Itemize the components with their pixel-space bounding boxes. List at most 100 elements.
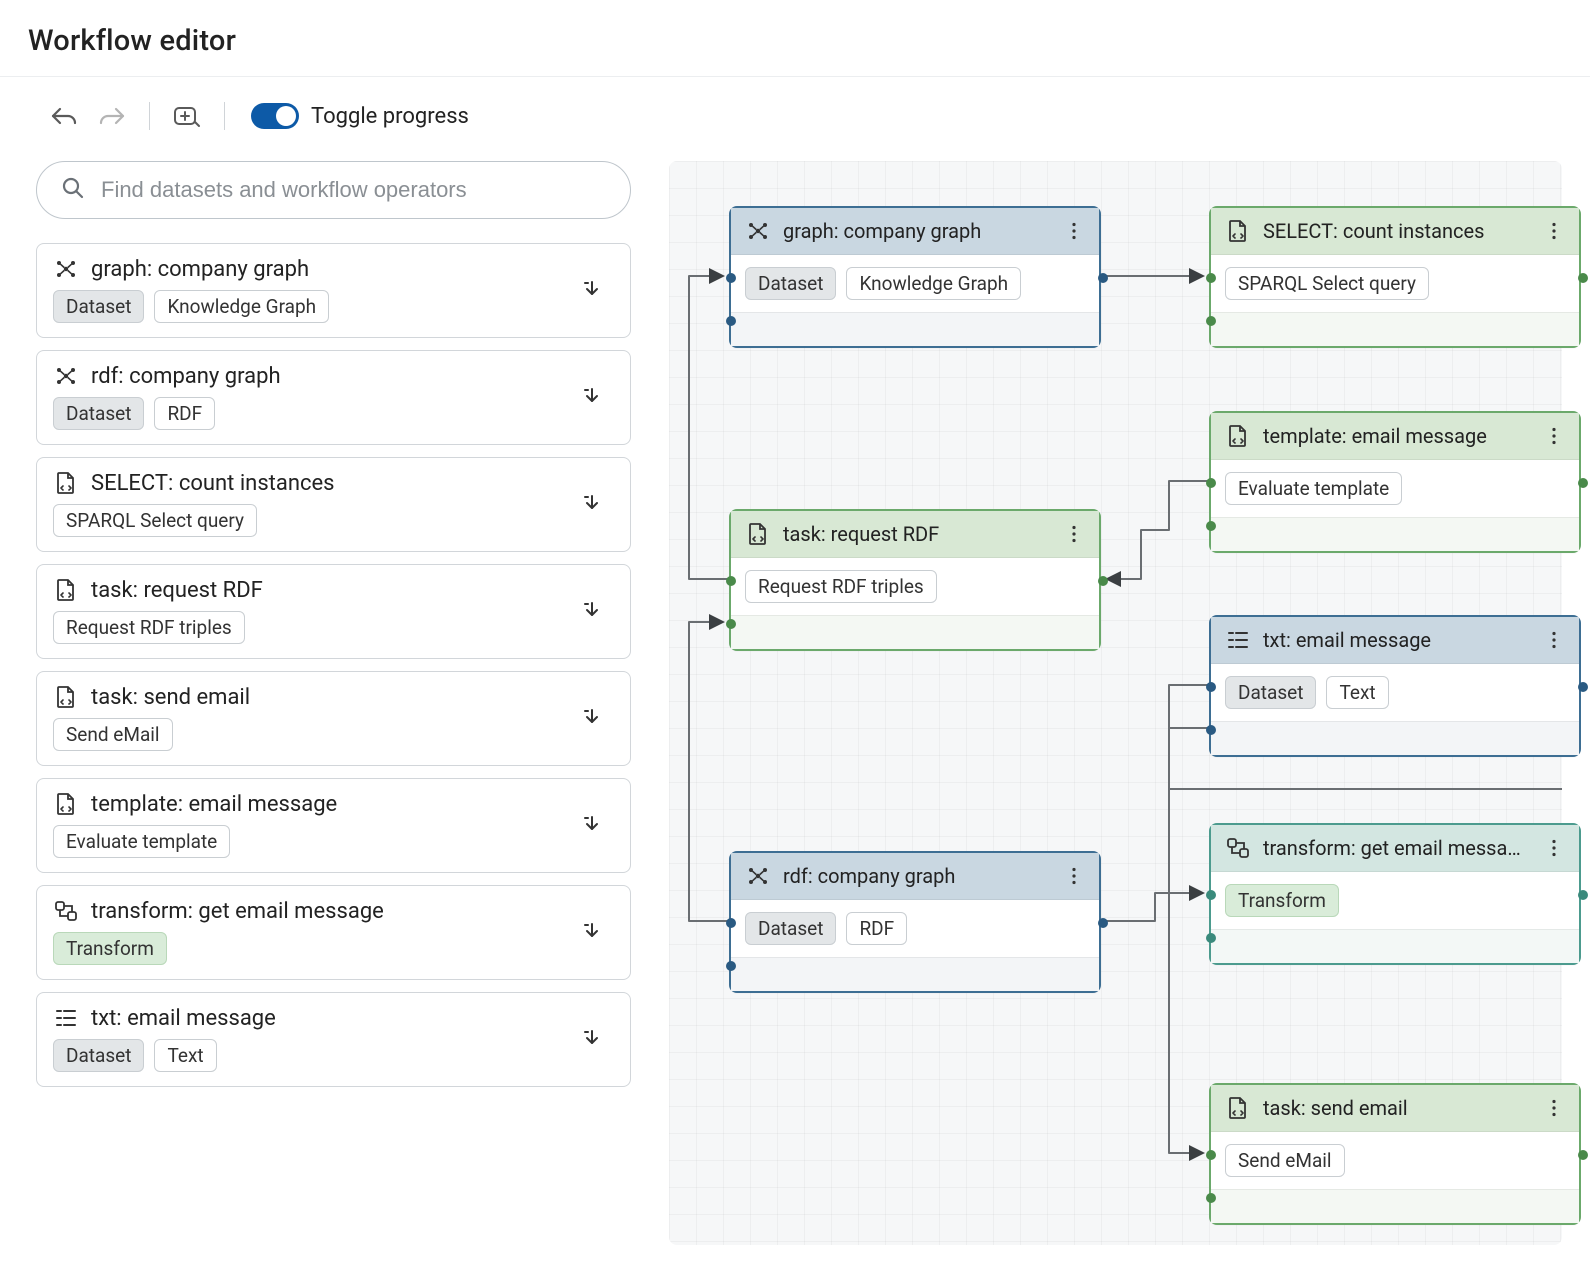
sidebar-item[interactable]: SELECT: count instancesSPARQL Select que… <box>36 457 631 552</box>
graph-icon <box>53 256 79 282</box>
node-body: DatasetKnowledge Graph <box>731 255 1099 312</box>
tag: Transform <box>1225 884 1339 917</box>
node-footer <box>1211 312 1579 346</box>
node-title: transform: get email messa… <box>1263 836 1531 860</box>
node-menu-button[interactable] <box>1543 837 1565 859</box>
insert-icon[interactable] <box>576 702 608 734</box>
insert-icon[interactable] <box>576 809 608 841</box>
insert-icon[interactable] <box>576 1023 608 1055</box>
redo-button[interactable] <box>95 99 129 133</box>
sidebar-item[interactable]: rdf: company graphDatasetRDF <box>36 350 631 445</box>
page-title: Workflow editor <box>28 24 1566 58</box>
tag: Send eMail <box>53 718 173 751</box>
node-menu-button[interactable] <box>1543 220 1565 242</box>
sidebar-item[interactable]: template: email messageEvaluate template <box>36 778 631 873</box>
port[interactable] <box>1206 1150 1216 1160</box>
port[interactable] <box>726 316 736 326</box>
port[interactable] <box>1206 682 1216 692</box>
search-box[interactable] <box>36 161 631 219</box>
node-header[interactable]: SELECT: count instances <box>1211 208 1579 255</box>
sidebar-item-title: txt: email message <box>91 1006 276 1031</box>
node-n_graph[interactable]: graph: company graphDatasetKnowledge Gra… <box>729 206 1101 348</box>
node-n_select[interactable]: SELECT: count instances SPARQL Select que… <box>1209 206 1581 348</box>
port[interactable] <box>1206 273 1216 283</box>
node-n_transform[interactable]: transform: get email messa… Transform <box>1209 823 1581 965</box>
port[interactable] <box>1578 1150 1588 1160</box>
node-menu-button[interactable] <box>1543 1097 1565 1119</box>
port[interactable] <box>1206 521 1216 531</box>
node-header[interactable]: task: send email <box>1211 1085 1579 1132</box>
port[interactable] <box>1578 682 1588 692</box>
transform-icon <box>1225 835 1251 861</box>
node-n_txt[interactable]: txt: email messageDatasetText <box>1209 615 1581 757</box>
search-input[interactable] <box>99 176 606 204</box>
node-header[interactable]: txt: email message <box>1211 617 1579 664</box>
file-code-icon <box>1225 218 1251 244</box>
sidebar-item[interactable]: graph: company graphDatasetKnowledge Gra… <box>36 243 631 338</box>
port[interactable] <box>1206 1193 1216 1203</box>
port[interactable] <box>1098 273 1108 283</box>
toggle-switch[interactable] <box>251 103 299 129</box>
file-code-icon <box>1225 423 1251 449</box>
node-n_send[interactable]: task: send emailSend eMail <box>1209 1083 1581 1225</box>
node-menu-button[interactable] <box>1063 865 1085 887</box>
node-footer <box>731 312 1099 346</box>
insert-icon[interactable] <box>576 381 608 413</box>
insert-icon[interactable] <box>576 916 608 948</box>
undo-button[interactable] <box>47 99 81 133</box>
node-header[interactable]: rdf: company graph <box>731 853 1099 900</box>
tag: Text <box>1326 676 1388 709</box>
tag: Evaluate template <box>53 825 230 858</box>
node-menu-button[interactable] <box>1063 220 1085 242</box>
node-header[interactable]: task: request RDF <box>731 511 1099 558</box>
insert-icon[interactable] <box>576 274 608 306</box>
node-footer <box>1211 1189 1579 1223</box>
sidebar-item[interactable]: task: request RDFRequest RDF triples <box>36 564 631 659</box>
insert-icon[interactable] <box>576 488 608 520</box>
sidebar-item[interactable]: task: send emailSend eMail <box>36 671 631 766</box>
port[interactable] <box>1098 576 1108 586</box>
port[interactable] <box>1206 933 1216 943</box>
toolbar-divider <box>224 102 225 130</box>
node-menu-button[interactable] <box>1543 425 1565 447</box>
node-header[interactable]: transform: get email messa… <box>1211 825 1579 872</box>
port[interactable] <box>1206 725 1216 735</box>
add-node-button[interactable] <box>170 99 204 133</box>
node-body: Evaluate template <box>1211 460 1579 517</box>
port[interactable] <box>1206 890 1216 900</box>
port[interactable] <box>726 961 736 971</box>
canvas[interactable]: graph: company graphDatasetKnowledge Gra… <box>669 161 1562 1245</box>
port[interactable] <box>1578 478 1588 488</box>
tag: SPARQL Select query <box>1225 267 1429 300</box>
port[interactable] <box>1206 478 1216 488</box>
node-header[interactable]: graph: company graph <box>731 208 1099 255</box>
tag-row: DatasetRDF <box>53 397 281 430</box>
node-header[interactable]: template: email message <box>1211 413 1579 460</box>
node-title: txt: email message <box>1263 628 1531 652</box>
tag-row: DatasetKnowledge Graph <box>53 290 329 323</box>
port[interactable] <box>726 576 736 586</box>
node-menu-button[interactable] <box>1543 629 1565 651</box>
node-n_template[interactable]: template: email message Evaluate template <box>1209 411 1581 553</box>
port[interactable] <box>726 918 736 928</box>
tag: RDF <box>846 912 907 945</box>
port[interactable] <box>1206 316 1216 326</box>
port[interactable] <box>726 273 736 283</box>
tag: Evaluate template <box>1225 472 1402 505</box>
graph-icon <box>53 363 79 389</box>
node-menu-button[interactable] <box>1063 523 1085 545</box>
port[interactable] <box>1578 273 1588 283</box>
tag: Knowledge Graph <box>846 267 1021 300</box>
node-title: template: email message <box>1263 424 1531 448</box>
port[interactable] <box>726 619 736 629</box>
sidebar-item[interactable]: txt: email messageDatasetText <box>36 992 631 1087</box>
port[interactable] <box>1578 890 1588 900</box>
toggle-progress[interactable]: Toggle progress <box>251 103 469 129</box>
insert-icon[interactable] <box>576 595 608 627</box>
node-n_request[interactable]: task: request RDFRequest RDF triples <box>729 509 1101 651</box>
port[interactable] <box>1098 918 1108 928</box>
transform-icon <box>53 898 79 924</box>
sidebar-item[interactable]: transform: get email messageTransform <box>36 885 631 980</box>
node-n_rdf[interactable]: rdf: company graphDatasetRDF <box>729 851 1101 993</box>
topbar: Workflow editor <box>0 0 1590 77</box>
